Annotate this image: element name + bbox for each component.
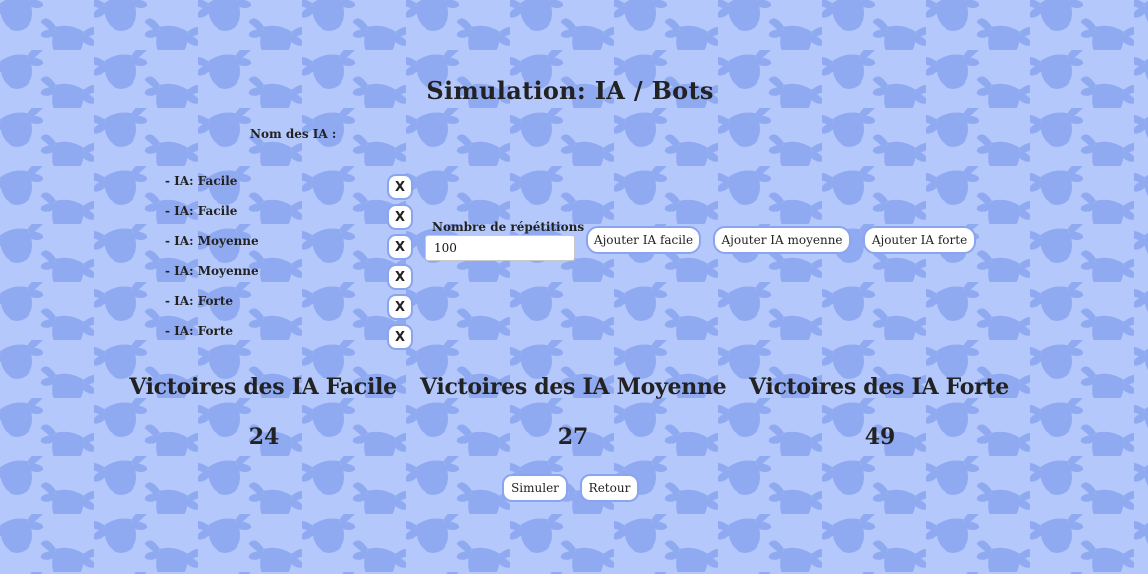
ia-list-item: - IA: Facile [165, 174, 238, 188]
remove-ia-button[interactable]: X [387, 324, 413, 350]
simulate-button[interactable]: Simuler [502, 474, 568, 502]
easy-wins-heading: Victoires des IA Facile [129, 374, 397, 400]
remove-ia-button[interactable]: X [387, 264, 413, 290]
easy-wins-value: 24 [248, 424, 280, 450]
add-medium-ia-button[interactable]: Ajouter IA moyenne [713, 226, 851, 254]
remove-ia-button[interactable]: X [387, 234, 413, 260]
medium-wins-heading: Victoires des IA Moyenne [420, 374, 727, 400]
ia-list-item: - IA: Forte [165, 294, 234, 308]
ia-list-item: - IA: Facile [165, 204, 238, 218]
ia-list-item: - IA: Moyenne [165, 264, 259, 278]
hard-wins-value: 49 [864, 424, 896, 450]
remove-ia-button[interactable]: X [387, 204, 413, 230]
repetitions-label: Nombre de répétitions [432, 220, 585, 234]
remove-ia-button[interactable]: X [387, 174, 413, 200]
add-hard-ia-button[interactable]: Ajouter IA forte [863, 226, 976, 254]
ia-list-label: Nom des IA : [250, 127, 337, 141]
repetitions-input[interactable] [425, 235, 575, 261]
page-title: Simulation: IA / Bots [426, 76, 714, 105]
add-easy-ia-button[interactable]: Ajouter IA facile [586, 226, 701, 254]
back-button[interactable]: Retour [580, 474, 639, 502]
remove-ia-button[interactable]: X [387, 294, 413, 320]
hard-wins-heading: Victoires des IA Forte [749, 374, 1009, 400]
medium-wins-value: 27 [557, 424, 589, 450]
ia-list-item: - IA: Moyenne [165, 234, 259, 248]
ia-list-item: - IA: Forte [165, 324, 234, 338]
